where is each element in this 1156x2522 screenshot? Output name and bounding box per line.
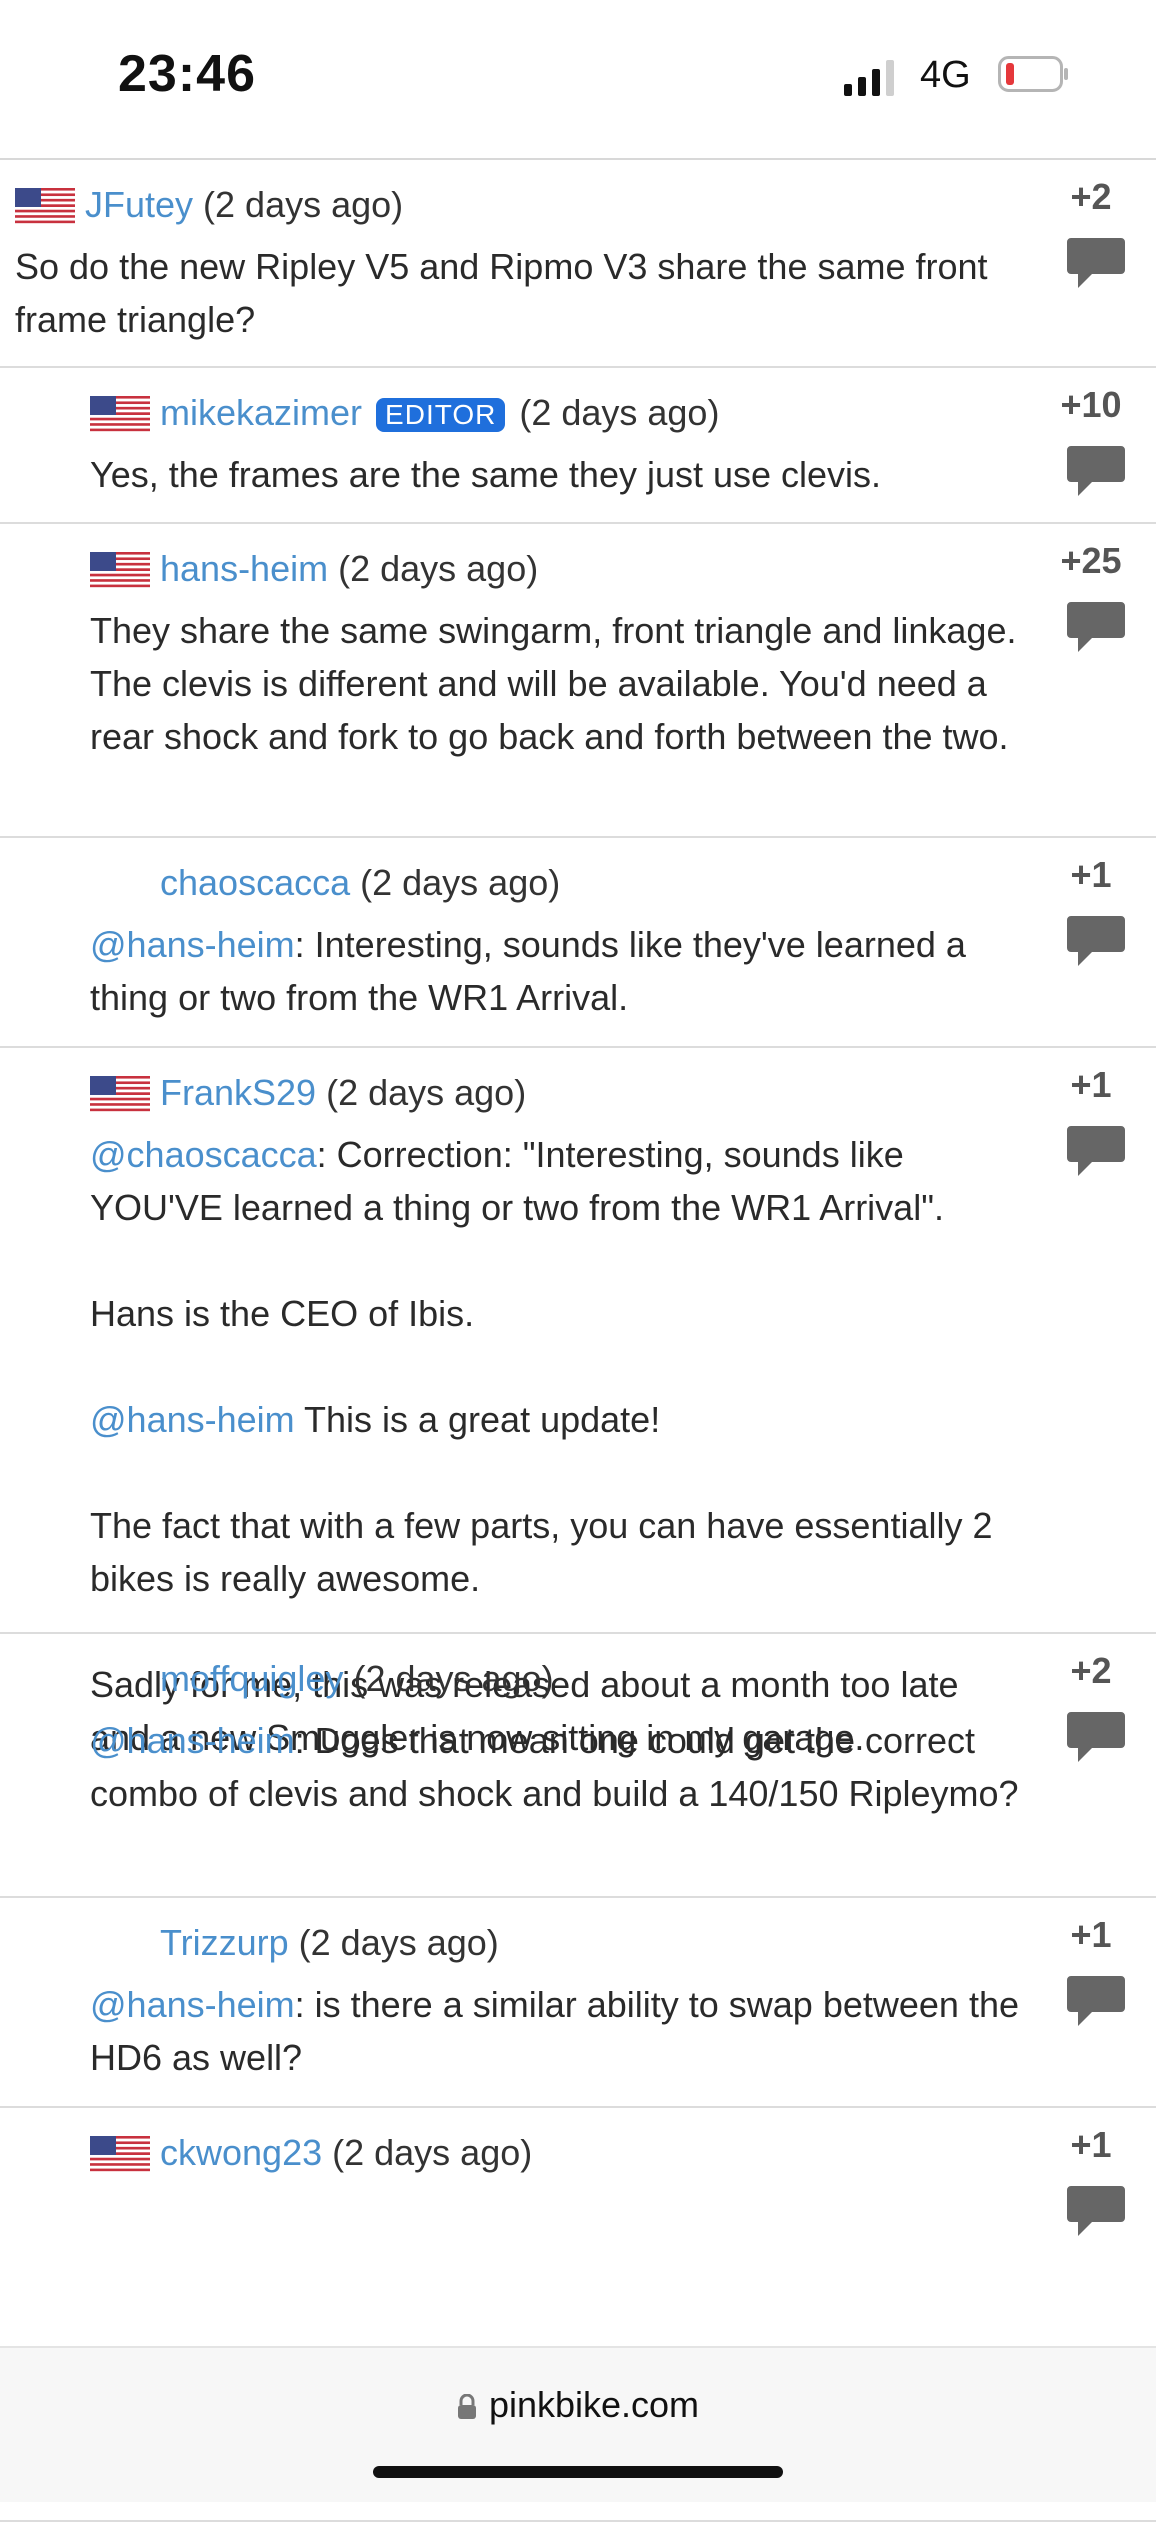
- comment-paragraph: @hans-heim This is a great update!: [90, 1393, 1026, 1446]
- comment-text: So do the new Ripley V5 and Ripmo V3 sha…: [15, 246, 988, 340]
- comment-paragraph: @hans-heim: Interesting, sounds like the…: [90, 918, 1026, 1024]
- reply-bubble-icon[interactable]: [1066, 236, 1126, 292]
- comment-paragraph: The fact that with a few parts, you can …: [90, 1499, 1026, 1605]
- comment-header: moffquigley (2 days ago): [90, 1656, 1026, 1702]
- comment-header: FrankS29 (2 days ago): [90, 1070, 1026, 1116]
- comment-text: They share the same swingarm, front tria…: [90, 610, 1017, 757]
- comment-body: Yes, the frames are the same they just u…: [90, 448, 1026, 501]
- comment: Trizzurp (2 days ago) @hans-heim: is ther…: [0, 1898, 1156, 2108]
- home-indicator[interactable]: [373, 2466, 783, 2478]
- username-link[interactable]: chaoscacca: [160, 862, 350, 903]
- vote-score[interactable]: +25: [1056, 540, 1126, 582]
- comment-paragraph: They share the same swingarm, front tria…: [90, 604, 1026, 763]
- comment-text: This is a great update!: [294, 1399, 661, 1440]
- comment: chaoscacca (2 days ago) @hans-heim: Inter…: [0, 838, 1156, 1048]
- comment-text: Yes, the frames are the same they just u…: [90, 454, 882, 495]
- comment-body: So do the new Ripley V5 and Ripmo V3 sha…: [15, 240, 1026, 346]
- username-link[interactable]: Trizzurp: [160, 1922, 289, 1963]
- comment-paragraph: @hans-heim: Does that mean one could get…: [90, 1714, 1026, 1820]
- reply-bubble-icon[interactable]: [1066, 1710, 1126, 1766]
- comment-body: @hans-heim: Does that mean one could get…: [90, 1714, 1026, 1820]
- comment-header: JFutey (2 days ago): [15, 182, 1026, 228]
- us-flag-icon: [90, 1076, 150, 1115]
- comment-paragraph: @hans-heim: is there a similar ability t…: [90, 1978, 1026, 2084]
- username-link[interactable]: hans-heim: [160, 548, 328, 589]
- comment-header: mikekazimer EDITOR (2 days ago): [90, 390, 1026, 436]
- comment-timestamp: (2 days ago): [322, 2132, 533, 2173]
- us-flag-icon: [90, 2136, 150, 2175]
- comment-timestamp: (2 days ago): [288, 1922, 499, 1963]
- mention-link[interactable]: @hans-heim: [90, 1720, 295, 1761]
- status-time: 23:46: [118, 45, 256, 103]
- username-link[interactable]: ckwong23: [160, 2132, 322, 2173]
- vote-score[interactable]: +1: [1056, 1064, 1126, 1106]
- comment-paragraph: @chaoscacca: Correction: "Interesting, s…: [90, 1128, 1026, 1234]
- mention-link[interactable]: @hans-heim: [90, 924, 295, 965]
- url-text: pinkbike.com: [488, 2384, 700, 2425]
- mention-link[interactable]: @hans-heim: [90, 1984, 295, 2025]
- vote-score[interactable]: +10: [1056, 384, 1126, 426]
- comment-timestamp: (2 days ago): [350, 862, 561, 903]
- comment: moffquigley (2 days ago) @hans-heim: Does…: [0, 1634, 1156, 1898]
- vote-score[interactable]: +1: [1056, 2124, 1126, 2166]
- reply-bubble-icon[interactable]: [1066, 600, 1126, 656]
- mention-link[interactable]: @chaoscacca: [90, 1134, 317, 1175]
- reply-bubble-icon[interactable]: [1066, 2184, 1126, 2240]
- vote-score[interactable]: +1: [1056, 1914, 1126, 1956]
- vote-score[interactable]: +2: [1056, 1650, 1126, 1692]
- username-link[interactable]: FrankS29: [160, 1072, 316, 1113]
- signal-strength-icon: [844, 60, 894, 96]
- comment-timestamp: (2 days ago): [509, 392, 720, 433]
- reply-bubble-icon[interactable]: [1066, 914, 1126, 970]
- comment-header: chaoscacca (2 days ago): [90, 860, 1026, 906]
- username-link[interactable]: moffquigley: [160, 1658, 343, 1699]
- comment-body: They share the same swingarm, front tria…: [90, 604, 1026, 763]
- mention-link[interactable]: @hans-heim: [90, 1399, 295, 1440]
- comment-paragraph: Yes, the frames are the same they just u…: [90, 448, 1026, 501]
- browser-url-bar[interactable]: pinkbike.com: [0, 2346, 1156, 2502]
- comment-text: The fact that with a few parts, you can …: [90, 1505, 993, 1599]
- us-flag-icon: [15, 188, 75, 227]
- editor-badge: EDITOR: [376, 398, 506, 433]
- status-bar: 23:46 4G: [0, 0, 1156, 160]
- comment-paragraph: So do the new Ripley V5 and Ripmo V3 sha…: [15, 240, 1026, 346]
- comment: mikekazimer EDITOR (2 days ago) Yes, the …: [0, 368, 1156, 524]
- username-link[interactable]: mikekazimer: [160, 392, 362, 433]
- comment-paragraph: Hans is the CEO of Ibis.: [90, 1287, 1026, 1340]
- comment-list: JFutey (2 days ago) So do the new Ripley …: [0, 160, 1156, 2522]
- comment-timestamp: (2 days ago): [328, 548, 539, 589]
- reply-bubble-icon[interactable]: [1066, 1974, 1126, 2030]
- comment-text: Hans is the CEO of Ibis.: [90, 1293, 475, 1334]
- comment-timestamp: (2 days ago): [193, 184, 404, 225]
- comment-timestamp: (2 days ago): [343, 1658, 554, 1699]
- us-flag-icon: [90, 552, 150, 591]
- comment-header: hans-heim (2 days ago): [90, 546, 1026, 592]
- network-type: 4G: [920, 54, 971, 96]
- comment: JFutey (2 days ago) So do the new Ripley …: [0, 160, 1156, 368]
- url-display[interactable]: pinkbike.com: [0, 2384, 1156, 2426]
- comment-body: @hans-heim: Interesting, sounds like the…: [90, 918, 1026, 1024]
- vote-score[interactable]: +2: [1056, 176, 1126, 218]
- comment: FrankS29 (2 days ago) @chaoscacca: Correc…: [0, 1048, 1156, 1758]
- lock-icon: [457, 2394, 476, 2420]
- comment-timestamp: (2 days ago): [316, 1072, 527, 1113]
- comment: hans-heim (2 days ago) They share the sam…: [0, 524, 1156, 838]
- reply-bubble-icon[interactable]: [1066, 1124, 1126, 1180]
- reply-bubble-icon[interactable]: [1066, 444, 1126, 500]
- comment-header: ckwong23 (2 days ago): [90, 2130, 1026, 2176]
- battery-icon: [998, 56, 1068, 92]
- username-link[interactable]: JFutey: [85, 184, 193, 225]
- us-flag-icon: [90, 396, 150, 435]
- comment-body: @hans-heim: is there a similar ability t…: [90, 1978, 1026, 2084]
- comment-header: Trizzurp (2 days ago): [90, 1920, 1026, 1966]
- vote-score[interactable]: +1: [1056, 854, 1126, 896]
